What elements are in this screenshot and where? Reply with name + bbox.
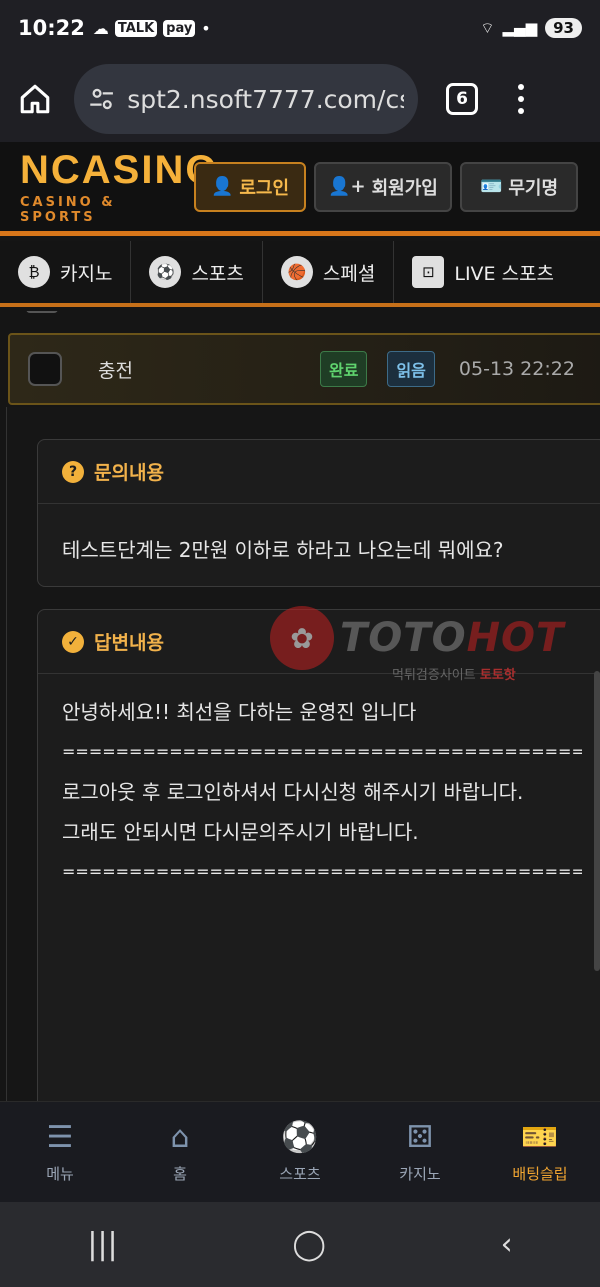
watermark-badge-icon: ✿ <box>270 606 334 670</box>
more-options-icon[interactable] <box>518 84 524 114</box>
site-settings-icon[interactable] <box>88 85 115 113</box>
anonymous-button[interactable]: 🪪 무기명 <box>460 161 578 212</box>
answer-line: 그래도 안되시면 다시문의주시기 바랍니다. <box>62 820 419 844</box>
nav-label: 카지노 <box>60 262 113 285</box>
inquiry-box: ? 문의내용 테스트단계는 2만원 이하로 하라고 나오는데 뭐에요? <box>37 439 600 587</box>
signup-label: 회원가입 <box>371 177 438 199</box>
bottom-nav-label: 홈 <box>173 1164 187 1183</box>
answer-line: ========================================… <box>62 742 582 761</box>
scrollbar[interactable] <box>594 671 600 971</box>
read-badge: 읽음 <box>387 351 435 387</box>
logo-sub: CASINO & SPORTS <box>20 194 116 225</box>
answer-line: ========================================… <box>62 862 582 881</box>
nav-item-live-sports[interactable]: ⊡ LIVE 스포츠 <box>394 241 572 303</box>
signal-icon: ▂▄▆ <box>502 19 538 37</box>
bottom-nav-home[interactable]: ⌂ 홈 <box>120 1102 240 1202</box>
watermark-logo: ✿ TOTOHOT <box>270 606 564 670</box>
watermark-text: TOTOHOT <box>340 615 565 661</box>
cloud-icon: ☁ <box>92 18 109 38</box>
system-nav-bar: ||| ◯ ‹ <box>0 1202 600 1287</box>
check-circle-icon: ✓ <box>62 630 84 653</box>
bottom-nav: ☰ 메뉴 ⌂ 홈 ⚽ 스포츠 ⚄ 카지노 🎫 배팅슬립 <box>0 1101 600 1202</box>
dice-icon: ⚄ <box>406 1119 434 1155</box>
home-icon[interactable] <box>18 82 52 116</box>
bottom-nav-label: 배팅슬립 <box>512 1164 568 1183</box>
site-header: NCASINO CASINO & SPORTS 👤 로그인 👤+ 회원가입 🪪 … <box>0 142 600 236</box>
nav-item-special[interactable]: 🏀 스페셜 <box>263 241 395 303</box>
nav-label: 스페셜 <box>322 262 376 285</box>
inquiry-row[interactable]: 충전 완료 읽음 05-13 22:22 <box>8 333 600 405</box>
bottom-nav-label: 메뉴 <box>46 1164 74 1183</box>
inquiry-text: 테스트단계는 2만원 이하로 하라고 나오는데 뭐에요? <box>62 538 504 562</box>
answer-line: 로그아웃 후 로그인하셔서 다시신청 해주시기 바랍니다. <box>62 780 524 804</box>
dot-icon: • <box>201 18 211 38</box>
inquiry-detail-panel: ? 문의내용 테스트단계는 2만원 이하로 하라고 나오는데 뭐에요? ✓ 답변… <box>6 407 600 1101</box>
soccer-ball-icon: ⚽ <box>149 256 182 288</box>
battery-indicator: 93 <box>545 18 582 38</box>
casino-chip-icon: ₿ <box>18 256 50 288</box>
bottom-nav-menu[interactable]: ☰ 메뉴 <box>0 1102 120 1202</box>
nav-item-casino[interactable]: ₿ 카지노 <box>0 241 132 303</box>
soccer-ball-icon: ⚽ <box>281 1119 319 1155</box>
nav-label: LIVE 스포츠 <box>454 262 555 285</box>
anonymous-label: 무기명 <box>508 177 559 199</box>
pay-icon: pay <box>163 19 196 37</box>
tab-switcher-button[interactable]: 6 <box>446 83 478 115</box>
add-user-icon: 👤+ <box>328 176 366 197</box>
talk-icon: TALK <box>114 19 158 37</box>
nav-item-sports[interactable]: ⚽ 스포츠 <box>131 241 263 303</box>
home-circle-icon[interactable]: ◯ <box>292 1227 326 1262</box>
hamburger-icon: ☰ <box>46 1119 74 1155</box>
row-checkbox[interactable] <box>28 352 62 386</box>
browser-toolbar: spt2.nsoft7777.com/cs 6 <box>0 56 600 142</box>
logo-main: NCASINO <box>20 147 219 192</box>
site-logo[interactable]: NCASINO CASINO & SPORTS <box>20 147 219 225</box>
inquiry-title: 충전 <box>98 359 133 382</box>
bottom-nav-casino[interactable]: ⚄ 카지노 <box>360 1102 480 1202</box>
user-icon: 👤 <box>210 176 234 197</box>
bottom-nav-label: 카지노 <box>399 1164 441 1183</box>
main-content: 충전 완료 읽음 05-13 22:22 ? 문의내용 테스트단계는 2만원 이… <box>0 311 600 1101</box>
bottom-nav-sports[interactable]: ⚽ 스포츠 <box>240 1102 360 1202</box>
watermark-subtext: 먹튀검증사이트 토토핫 <box>392 668 516 683</box>
login-button[interactable]: 👤 로그인 <box>194 161 306 212</box>
id-card-icon: 🪪 <box>479 176 503 197</box>
bottom-nav-label: 스포츠 <box>279 1164 321 1183</box>
nav-label: 스포츠 <box>191 262 244 285</box>
ticket-icon: 🎫 <box>521 1119 559 1155</box>
inquiry-date: 05-13 22:22 <box>458 358 575 380</box>
category-nav: ₿ 카지노 ⚽ 스포츠 🏀 스페셜 ⊡ LIVE 스포츠 <box>0 241 600 307</box>
login-label: 로그인 <box>239 177 290 199</box>
basketball-icon: 🏀 <box>280 256 313 288</box>
answer-body: 안녕하세요!! 최선을 다하는 운영진 입니다 ================… <box>38 674 600 918</box>
inquiry-heading: ? 문의내용 <box>38 440 600 504</box>
question-icon: ? <box>62 460 84 483</box>
signup-button[interactable]: 👤+ 회원가입 <box>314 161 452 212</box>
wifi-icon: ⌔ <box>480 18 495 37</box>
inquiry-heading-label: 문의내용 <box>94 462 164 484</box>
back-icon[interactable]: ‹ <box>501 1227 513 1262</box>
live-field-icon: ⊡ <box>412 256 445 288</box>
answer-line: 안녕하세요!! 최선을 다하는 운영진 입니다 <box>62 700 417 724</box>
status-bar: 10:22 ☁ TALK pay • ⌔ ▂▄▆ 93 <box>0 0 600 56</box>
recent-apps-icon[interactable]: ||| <box>87 1227 117 1262</box>
url-text: spt2.nsoft7777.com/cs <box>127 84 404 114</box>
answer-heading-label: 답변내용 <box>94 632 164 654</box>
home-icon: ⌂ <box>170 1119 190 1155</box>
status-time: 10:22 <box>18 16 85 40</box>
address-bar[interactable]: spt2.nsoft7777.com/cs <box>74 64 418 134</box>
status-badge: 완료 <box>320 351 368 387</box>
bottom-nav-betslip[interactable]: 🎫 배팅슬립 <box>480 1102 600 1202</box>
previous-row-edge <box>26 311 58 313</box>
